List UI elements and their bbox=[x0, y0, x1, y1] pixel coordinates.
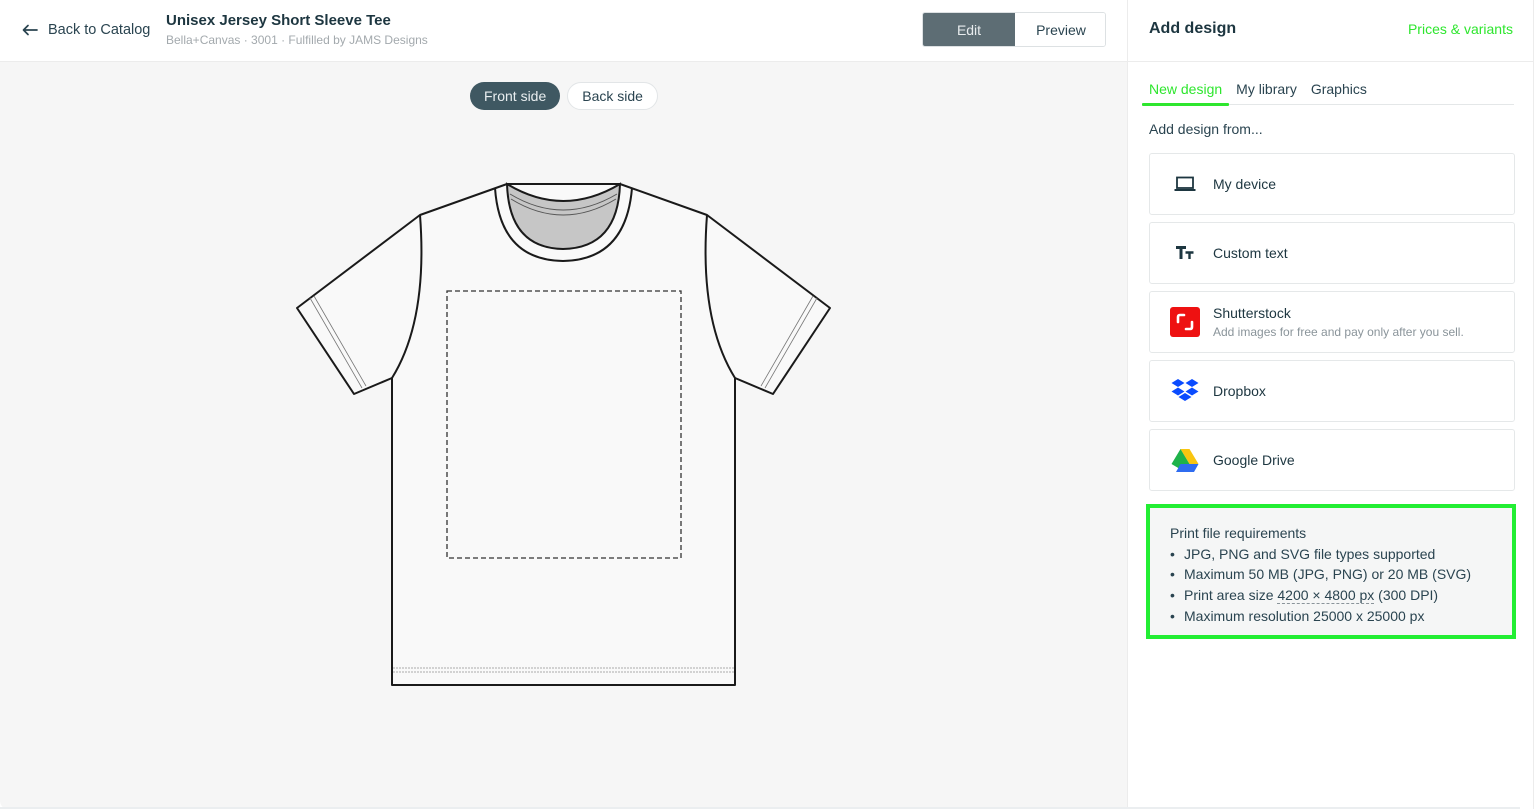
source-google-drive[interactable]: Google Drive bbox=[1149, 429, 1515, 491]
product-subtitle: Bella+Canvas · 3001 · Fulfilled by JAMS … bbox=[166, 33, 428, 47]
shutterstock-icon bbox=[1170, 307, 1200, 337]
prices-variants-link[interactable]: Prices & variants bbox=[1408, 21, 1513, 37]
requirements-list: JPG, PNG and SVG file types supported Ma… bbox=[1170, 544, 1512, 627]
source-shutterstock[interactable]: Shutterstock Add images for free and pay… bbox=[1149, 291, 1515, 353]
source-custom-text[interactable]: Custom text bbox=[1149, 222, 1515, 284]
design-source-list: My device Custom text Shutterstock Add i… bbox=[1149, 153, 1515, 498]
design-canvas-area: Back to Catalog Unisex Jersey Short Slee… bbox=[0, 0, 1127, 809]
tab-new-design[interactable]: New design bbox=[1142, 72, 1230, 106]
back-to-catalog-link[interactable]: Back to Catalog bbox=[22, 19, 150, 41]
t-shirt-mockup bbox=[290, 170, 840, 695]
source-dropbox[interactable]: Dropbox bbox=[1149, 360, 1515, 422]
back-to-catalog-label: Back to Catalog bbox=[48, 22, 151, 38]
print-file-requirements: Print file requirements JPG, PNG and SVG… bbox=[1146, 504, 1516, 639]
requirement-item: JPG, PNG and SVG file types supported bbox=[1170, 544, 1512, 565]
side-toggle: Front side Back side bbox=[470, 82, 658, 111]
panel-title: Add design bbox=[1149, 20, 1237, 37]
tab-graphics[interactable]: Graphics bbox=[1304, 72, 1374, 105]
source-label: Shutterstock bbox=[1213, 305, 1291, 321]
tab-my-library[interactable]: My library bbox=[1229, 72, 1304, 105]
requirement-item: Maximum resolution 25000 x 25000 px bbox=[1170, 606, 1512, 627]
add-design-from-label: Add design from... bbox=[1149, 121, 1263, 137]
print-area-suffix: (300 DPI) bbox=[1374, 587, 1439, 604]
print-area-prefix: Print area size bbox=[1184, 587, 1278, 604]
google-drive-icon bbox=[1170, 445, 1200, 475]
product-title: Unisex Jersey Short Sleeve Tee bbox=[166, 12, 391, 29]
laptop-icon bbox=[1170, 169, 1200, 199]
requirement-item-print-area: Print area size 4200 × 4800 px (300 DPI) bbox=[1170, 585, 1512, 606]
text-size-icon bbox=[1170, 238, 1200, 268]
requirement-item: Maximum 50 MB (JPG, PNG) or 20 MB (SVG) bbox=[1170, 564, 1512, 585]
t-shirt-outline-icon bbox=[296, 182, 831, 686]
source-label: Google Drive bbox=[1213, 452, 1295, 468]
back-side-button[interactable]: Back side bbox=[567, 82, 658, 110]
dropbox-icon bbox=[1170, 376, 1200, 406]
arrow-left-icon bbox=[22, 24, 38, 36]
source-my-device[interactable]: My device bbox=[1149, 153, 1515, 215]
edit-button[interactable]: Edit bbox=[923, 13, 1015, 46]
shirt-body bbox=[296, 183, 831, 686]
panel-header: Add design Prices & variants bbox=[1128, 0, 1533, 62]
app-root: Back to Catalog Unisex Jersey Short Slee… bbox=[0, 0, 1536, 809]
source-label: Custom text bbox=[1213, 245, 1288, 261]
preview-button[interactable]: Preview bbox=[1015, 13, 1105, 46]
design-tabs: New design My library Graphics bbox=[1142, 72, 1514, 106]
print-area-size-tooltip[interactable]: 4200 × 4800 px bbox=[1277, 587, 1375, 605]
source-label: Dropbox bbox=[1213, 383, 1266, 399]
source-label: My device bbox=[1213, 176, 1277, 192]
source-text: Shutterstock Add images for free and pay… bbox=[1213, 305, 1464, 339]
source-description: Add images for free and pay only after y… bbox=[1213, 325, 1464, 339]
top-bar: Back to Catalog Unisex Jersey Short Slee… bbox=[0, 0, 1127, 62]
requirements-title: Print file requirements bbox=[1170, 525, 1307, 541]
add-design-panel: Add design Prices & variants New design … bbox=[1127, 0, 1534, 809]
front-side-button[interactable]: Front side bbox=[470, 82, 561, 110]
edit-preview-toggle: Edit Preview bbox=[922, 12, 1106, 47]
